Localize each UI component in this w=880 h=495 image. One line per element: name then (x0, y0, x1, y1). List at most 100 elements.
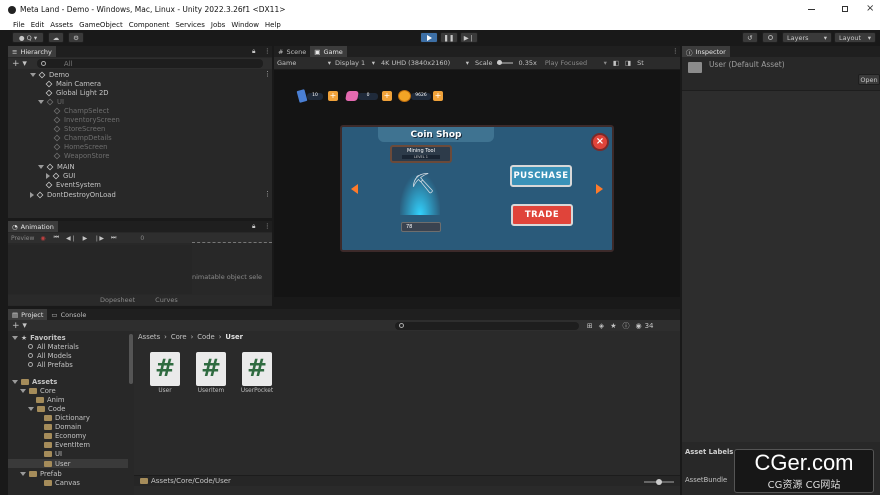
visibility-icon[interactable]: ◉ (635, 322, 641, 330)
search-button[interactable] (762, 32, 778, 43)
menu-services[interactable]: Services (175, 21, 205, 29)
folder-user[interactable]: User (44, 459, 71, 468)
tree-item-eventsystem[interactable]: EventSystem (45, 180, 101, 189)
tree-item-ui[interactable]: UI (38, 97, 64, 106)
play-icon[interactable]: ▶ (83, 235, 88, 242)
lock-icon[interactable]: 🔒︎ (252, 47, 255, 56)
chevron-down-icon[interactable] (12, 379, 18, 384)
preview-button[interactable]: Preview (11, 235, 34, 242)
favorite-item[interactable]: All Prefabs (28, 360, 73, 369)
favorite-item[interactable]: All Materials (28, 342, 79, 351)
minimize-icon[interactable] (808, 9, 815, 10)
stats-label[interactable]: St (637, 59, 644, 67)
tab-project[interactable]: ▤ Project (8, 309, 48, 320)
more-icon[interactable]: ⋮ (264, 47, 271, 55)
menu-file[interactable]: File (13, 21, 25, 29)
menu-component[interactable]: Component (129, 21, 170, 29)
curves-tab[interactable]: Curves (155, 296, 178, 304)
play-button[interactable] (420, 32, 438, 43)
prev-frame-icon[interactable]: ◀❘ (66, 235, 76, 242)
game-mode-dropdown[interactable]: Game ▾ (277, 59, 331, 67)
favorite-item[interactable]: All Models (28, 351, 72, 360)
tab-hierarchy[interactable]: ≡ Hierarchy (8, 46, 56, 57)
account-button[interactable]: ● Q ▾ (12, 32, 44, 43)
chevron-down-icon[interactable] (20, 388, 26, 393)
resolution-dropdown[interactable]: 4K UHD (3840x2160) ▾ (381, 59, 469, 67)
tree-item-storescreen[interactable]: StoreScreen (53, 124, 105, 133)
scale-slider-handle[interactable] (496, 60, 502, 65)
scale-slider[interactable] (496, 60, 513, 65)
chevron-down-icon[interactable] (20, 471, 26, 476)
folder-canvas[interactable]: Canvas (44, 478, 80, 487)
add-icon[interactable]: + ▾ (12, 321, 27, 331)
assets-header[interactable]: Assets (12, 377, 57, 386)
folder-prefab[interactable]: Prefab (20, 469, 62, 478)
mute-icon[interactable]: ◧ (613, 59, 619, 67)
breadcrumb-item[interactable]: Code (197, 333, 214, 341)
chevron-right-icon[interactable] (30, 191, 34, 198)
folder-code[interactable]: Code (28, 404, 65, 413)
layout-dropdown[interactable]: Layout ▾ (834, 32, 876, 43)
info-icon[interactable]: ⓘ (622, 321, 629, 331)
menu-assets[interactable]: Assets (50, 21, 73, 29)
cloud-button[interactable]: ☁ (48, 32, 64, 43)
timeline-ruler[interactable] (192, 233, 272, 243)
breadcrumb-item[interactable]: User (225, 333, 243, 341)
trade-button[interactable]: TRADE (511, 204, 573, 226)
script-file-user[interactable]: # (150, 352, 180, 386)
hud-add-button-2[interactable]: + (382, 91, 392, 101)
tab-scene[interactable]: # Scene (274, 46, 310, 57)
tab-animation[interactable]: ◔ Animation (8, 221, 58, 232)
script-file-useritem[interactable]: # (196, 352, 226, 386)
chevron-down-icon[interactable] (30, 72, 36, 77)
project-search-input[interactable] (394, 321, 579, 330)
pause-button[interactable]: ❚❚ (440, 32, 458, 43)
folder-core[interactable]: Core (20, 386, 56, 395)
tree-item-dontdestroyonload[interactable]: DontDestroyOnLoad (30, 190, 116, 199)
breadcrumb-item[interactable]: Core (171, 333, 187, 341)
chevron-down-icon[interactable] (28, 406, 34, 411)
more-icon[interactable]: ⋮ (264, 190, 271, 198)
frame-field[interactable]: 0 (140, 235, 144, 242)
menu-jobs[interactable]: Jobs (211, 21, 225, 29)
folder-dictionary[interactable]: Dictionary (44, 413, 90, 422)
prev-arrow-button[interactable] (351, 184, 358, 194)
game-viewport[interactable]: 10 + 0 + 9626 + Coin Shop × Mining Tool … (274, 70, 680, 297)
folder-economy[interactable]: Economy (44, 431, 86, 440)
play-focused-dropdown[interactable]: Play Focused ▾ (545, 59, 607, 67)
display-dropdown[interactable]: Display 1 ▾ (335, 59, 375, 67)
star-filter-icon[interactable]: ★ (610, 322, 616, 330)
hud-add-button-3[interactable]: + (433, 91, 443, 101)
folder-eventitem[interactable]: EventItem (44, 440, 90, 449)
menu-edit[interactable]: Edit (31, 21, 45, 29)
tree-item-main[interactable]: MAIN (38, 162, 75, 171)
dopesheet-tab[interactable]: Dopesheet (100, 296, 135, 304)
menu-window[interactable]: Window (231, 21, 259, 29)
last-frame-icon[interactable]: ⏭ (111, 234, 116, 242)
open-button[interactable]: Open (858, 74, 880, 85)
close-icon[interactable]: × (866, 3, 874, 14)
tree-item-main-camera[interactable]: Main Camera (45, 79, 101, 88)
tab-inspector[interactable]: ⓘ Inspector (682, 46, 730, 57)
add-icon[interactable]: + ▾ (12, 59, 27, 69)
next-frame-icon[interactable]: ❘▶ (94, 235, 104, 242)
chevron-down-icon[interactable] (38, 99, 44, 104)
tree-item-gui[interactable]: GUI (46, 171, 75, 180)
step-button[interactable]: ▶❘ (460, 32, 478, 43)
first-frame-icon[interactable]: ⏮ (54, 234, 59, 242)
tree-item-inventoryscreen[interactable]: InventoryScreen (53, 115, 120, 124)
tree-item-champdetails[interactable]: ChampDetails (53, 133, 112, 142)
folder-anim[interactable]: Anim (36, 395, 64, 404)
history-button[interactable]: ↺ (742, 32, 758, 43)
maximize-icon[interactable] (842, 6, 848, 12)
tree-item-weaponstore[interactable]: WeaponStore (53, 151, 109, 160)
chevron-right-icon[interactable] (46, 172, 50, 179)
more-icon[interactable]: ⋮ (264, 222, 271, 230)
filter-label-icon[interactable]: ◈ (599, 322, 604, 330)
tab-console[interactable]: ▭ Console (47, 309, 90, 320)
hierarchy-search-input[interactable]: All (36, 59, 263, 68)
menu-gameobject[interactable]: GameObject (79, 21, 123, 29)
icon-size-slider[interactable] (644, 479, 674, 485)
chevron-down-icon[interactable] (38, 164, 44, 169)
tree-item-global-light[interactable]: Global Light 2D (45, 88, 109, 97)
